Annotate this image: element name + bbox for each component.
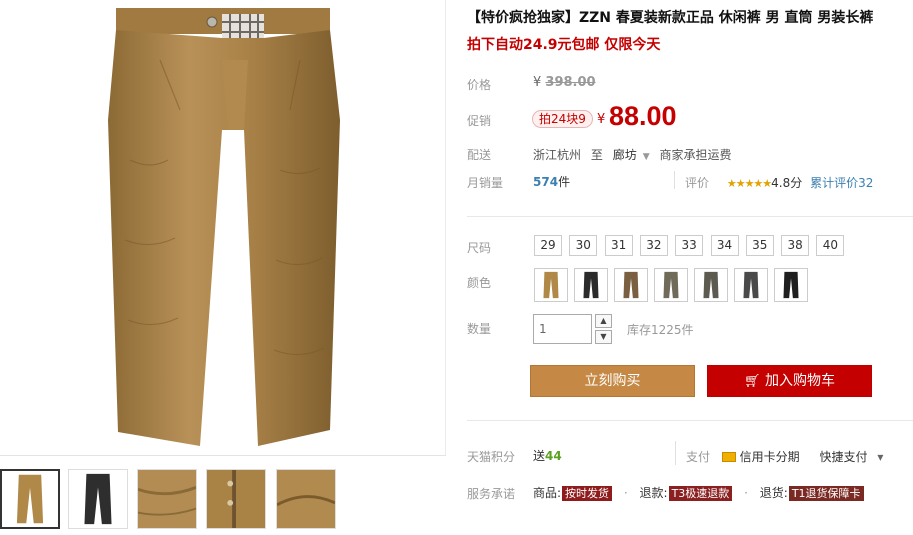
color-label: 颜色 — [467, 276, 492, 290]
promo-price: 88.00 — [609, 101, 677, 131]
cart-icon: 🛒︎ — [744, 374, 761, 389]
add-to-cart-label: 加入购物车 — [764, 373, 835, 389]
price-label: 价格 — [467, 78, 492, 92]
quantity-label: 数量 — [467, 322, 492, 336]
total-reviews-link[interactable]: 累计评价32 — [810, 176, 873, 190]
divider — [675, 441, 676, 465]
on-time-delivery-tag[interactable]: 按时发货 — [562, 486, 613, 501]
service-label: 服务承诺 — [467, 487, 516, 501]
quick-pay[interactable]: 快捷支付 — [820, 450, 868, 464]
service-goods: 商品: — [533, 486, 562, 500]
fast-refund-tag[interactable]: T3极速退款 — [668, 486, 733, 501]
service-promises: 商品: 按时发货 · 退款: T3极速退款 · 退货: T1退货保障卡 — [533, 484, 864, 501]
sales-count: 574件 — [533, 173, 570, 190]
ship-from: 浙江杭州 — [533, 148, 582, 162]
color-swatch-4[interactable] — [654, 268, 688, 302]
promo-badge: 拍24块9 — [532, 110, 593, 128]
thumbnail-5[interactable] — [276, 469, 336, 529]
rating-block: 评价 ★★★★★4.8分 累计评价32 — [685, 174, 873, 191]
size-option-40[interactable]: 40 — [816, 235, 845, 256]
service-refund: 退款: — [639, 486, 668, 500]
color-swatch-3[interactable] — [614, 268, 648, 302]
divider — [674, 171, 675, 189]
sales-label: 月销量 — [467, 176, 504, 190]
separator: · — [744, 486, 748, 500]
original-price: ¥ 398.00 — [533, 75, 596, 90]
ship-destination[interactable]: 廊坊 — [613, 148, 637, 162]
buy-now-button[interactable]: 立刻购买 — [530, 365, 695, 397]
color-swatch-1[interactable] — [534, 268, 568, 302]
credit-card-icon — [721, 452, 736, 462]
payment-options: 支付 信用卡分期 快捷支付 ▾ — [686, 448, 883, 465]
size-option-33[interactable]: 33 — [675, 235, 704, 256]
product-title: 【特价疯抢独家】ZZN 春夏装新款正品 休闲裤 男 直筒 男装长裤 — [467, 10, 874, 26]
color-swatch-7[interactable] — [774, 268, 808, 302]
quantity-up-icon[interactable]: ▲ — [595, 314, 612, 328]
points-number: 44 — [545, 449, 562, 463]
credit-installment[interactable]: 信用卡分期 — [740, 450, 800, 464]
quantity-input[interactable]: 1 — [533, 314, 592, 344]
main-product-image[interactable] — [0, 0, 446, 455]
ship-to-word: 至 — [590, 148, 603, 162]
color-swatch-5[interactable] — [694, 268, 728, 302]
payment-label: 支付 — [686, 450, 711, 464]
service-return: 退货: — [759, 486, 788, 500]
color-swatch-6[interactable] — [734, 268, 768, 302]
shipping-info: 浙江杭州 至 廊坊 ▼ 商家承担运费 — [533, 146, 731, 163]
separator: · — [623, 486, 628, 500]
thumbnail-1[interactable] — [0, 469, 60, 529]
size-option-34[interactable]: 34 — [710, 235, 739, 256]
thumbnail-3[interactable] — [137, 469, 197, 529]
original-price-value: 398.00 — [545, 75, 596, 90]
product-subtitle: 拍下自动24.9元包邮 仅限今天 — [467, 37, 661, 53]
currency-symbol: ¥ — [533, 75, 542, 90]
stock-text: 库存1225件 — [627, 323, 694, 337]
shipping-fee: 商家承担运费 — [659, 148, 732, 162]
promo-label: 促销 — [467, 114, 492, 128]
add-to-cart-button[interactable]: 🛒︎ 加入购物车 — [707, 365, 872, 397]
shipping-label: 配送 — [467, 148, 492, 162]
thumbnail-2[interactable] — [68, 469, 128, 529]
size-label: 尺码 — [467, 241, 492, 255]
rating-stars-icon: ★★★★★ — [726, 177, 772, 190]
section-divider — [467, 216, 913, 217]
sales-number: 574 — [533, 175, 559, 189]
size-option-35[interactable]: 35 — [745, 235, 774, 256]
sales-unit: 件 — [558, 175, 571, 189]
promo-currency: ¥ — [597, 112, 606, 127]
size-option-38[interactable]: 38 — [781, 235, 810, 256]
size-option-30[interactable]: 30 — [569, 235, 598, 256]
quantity-down-icon[interactable]: ▼ — [595, 330, 612, 344]
return-guarantee-tag[interactable]: T1退货保障卡 — [788, 486, 864, 501]
points-send: 送 — [533, 449, 546, 463]
chevron-down-icon[interactable]: ▼ — [643, 152, 650, 162]
size-option-31[interactable]: 31 — [604, 235, 633, 256]
thumbnail-4[interactable] — [206, 469, 266, 529]
rating-score: 4.8分 — [771, 176, 803, 190]
points-label: 天猫积分 — [467, 450, 516, 464]
size-option-29[interactable]: 29 — [534, 235, 562, 256]
size-option-32[interactable]: 32 — [639, 235, 668, 256]
thumbnail-strip — [0, 455, 446, 535]
khaki-pants-image — [108, 8, 340, 446]
section-divider-2 — [467, 420, 913, 421]
color-swatch-2[interactable] — [574, 268, 608, 302]
points-value: 送44 — [533, 447, 562, 464]
rating-label: 评价 — [685, 176, 710, 190]
chevron-down-icon[interactable]: ▾ — [877, 450, 883, 464]
